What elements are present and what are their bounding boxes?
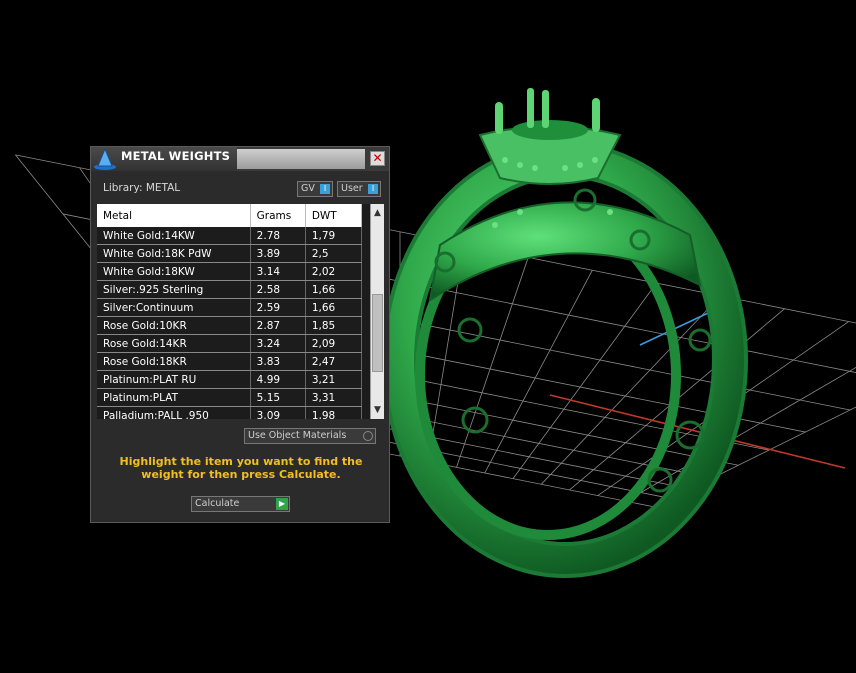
user-toggle[interactable]: User I bbox=[337, 181, 381, 197]
table-row[interactable]: Rose Gold:14KR 3.24 2,09 bbox=[97, 334, 363, 353]
metal-table-container: Metal Grams DWT White Gold:14KW 2.78 1,79 W… bbox=[97, 204, 384, 419]
cell-dwt: 1,79 bbox=[305, 227, 363, 245]
cell-metal: White Gold:18K PdW bbox=[97, 244, 251, 263]
table-row[interactable]: Rose Gold:10KR 2.87 1,85 bbox=[97, 316, 363, 335]
table-row[interactable]: Rose Gold:18KR 3.83 2,47 bbox=[97, 352, 363, 371]
cell-grams: 2.87 bbox=[250, 316, 306, 335]
cell-dwt: 3,21 bbox=[305, 370, 363, 389]
table-row[interactable]: White Gold:18KW 3.14 2,02 bbox=[97, 262, 363, 281]
table-header-row: Metal Grams DWT bbox=[97, 204, 363, 227]
cell-dwt: 1,98 bbox=[305, 406, 363, 419]
panel-title: METAL WEIGHTS bbox=[121, 149, 231, 163]
table-row[interactable]: White Gold:14KW 2.78 1,79 bbox=[97, 227, 363, 245]
cell-metal: Platinum:PLAT bbox=[97, 388, 251, 407]
use-object-materials-toggle[interactable]: Use Object Materials bbox=[244, 428, 376, 444]
cell-grams: 2.78 bbox=[250, 227, 306, 245]
column-header-grams[interactable]: Grams bbox=[250, 204, 306, 227]
library-label: Library: METAL bbox=[103, 182, 181, 194]
chevron-up-icon[interactable]: ▲ bbox=[371, 206, 384, 220]
cell-metal: Palladium:PALL .950 bbox=[97, 406, 251, 419]
chevron-down-icon[interactable]: ▼ bbox=[371, 403, 384, 417]
cell-dwt: 2,47 bbox=[305, 352, 363, 371]
cell-metal: Rose Gold:18KR bbox=[97, 352, 251, 371]
column-header-metal[interactable]: Metal bbox=[97, 204, 251, 227]
cell-metal: Platinum:PLAT RU bbox=[97, 370, 251, 389]
panel-titlebar[interactable]: METAL WEIGHTS ✕ bbox=[91, 147, 389, 171]
table-row[interactable]: Platinum:PLAT RU 4.99 3,21 bbox=[97, 370, 363, 389]
user-toggle-label: User bbox=[341, 183, 363, 194]
cell-grams: 5.15 bbox=[250, 388, 306, 407]
cell-metal: Silver:Continuum bbox=[97, 298, 251, 317]
cell-grams: 3.89 bbox=[250, 244, 306, 263]
grid-line bbox=[484, 270, 593, 474]
use-object-materials-label: Use Object Materials bbox=[248, 430, 347, 441]
calculate-button[interactable]: Calculate ▶ bbox=[191, 496, 290, 512]
table-scrollbar[interactable]: ▲ ▼ bbox=[370, 204, 384, 419]
toggle-knob-icon: I bbox=[368, 184, 378, 194]
play-icon: ▶ bbox=[276, 498, 288, 510]
cell-grams: 2.59 bbox=[250, 298, 306, 317]
cell-metal: Rose Gold:14KR bbox=[97, 334, 251, 353]
gv-toggle[interactable]: GV I bbox=[297, 181, 333, 197]
grid-line bbox=[456, 257, 529, 468]
cell-dwt: 2,09 bbox=[305, 334, 363, 353]
gv-toggle-label: GV bbox=[301, 183, 315, 194]
titlebar-drag-area[interactable] bbox=[237, 149, 365, 169]
cell-dwt: 1,66 bbox=[305, 298, 363, 317]
cell-metal: Silver:.925 Sterling bbox=[97, 280, 251, 299]
cell-dwt: 2,02 bbox=[305, 262, 363, 281]
instruction-text: Highlight the item you want to find the … bbox=[119, 455, 363, 481]
cell-dwt: 2,5 bbox=[305, 244, 363, 263]
cell-grams: 4.99 bbox=[250, 370, 306, 389]
table-row[interactable]: Silver:Continuum 2.59 1,66 bbox=[97, 298, 363, 317]
cell-grams: 3.09 bbox=[250, 406, 306, 419]
table-row[interactable]: White Gold:18K PdW 3.89 2,5 bbox=[97, 244, 363, 263]
app-logo-icon bbox=[94, 147, 116, 170]
table-row[interactable]: Palladium:PALL .950 3.09 1,98 bbox=[97, 406, 363, 419]
cell-grams: 3.83 bbox=[250, 352, 306, 371]
table-row[interactable]: Silver:.925 Sterling 2.58 1,66 bbox=[97, 280, 363, 299]
metal-weights-panel: METAL WEIGHTS ✕ Library: METAL GV I User… bbox=[90, 146, 390, 523]
table-row[interactable]: Platinum:PLAT 5.15 3,31 bbox=[97, 388, 363, 407]
cell-metal: White Gold:14KW bbox=[97, 227, 251, 245]
grid-line bbox=[512, 282, 657, 479]
scroll-thumb[interactable] bbox=[372, 294, 383, 372]
toggle-knob-icon: I bbox=[320, 184, 330, 194]
calculate-label: Calculate bbox=[195, 498, 240, 509]
column-header-dwt[interactable]: DWT bbox=[305, 204, 363, 227]
cell-metal: White Gold:18KW bbox=[97, 262, 251, 281]
cell-metal: Rose Gold:10KR bbox=[97, 316, 251, 335]
cell-grams: 3.24 bbox=[250, 334, 306, 353]
metal-table: Metal Grams DWT White Gold:14KW 2.78 1,79 W… bbox=[97, 204, 363, 419]
close-icon[interactable]: ✕ bbox=[370, 151, 385, 166]
cell-dwt: 3,31 bbox=[305, 388, 363, 407]
cell-dwt: 1,85 bbox=[305, 316, 363, 335]
cell-grams: 2.58 bbox=[250, 280, 306, 299]
cell-grams: 3.14 bbox=[250, 262, 306, 281]
radio-icon bbox=[363, 431, 373, 441]
cell-dwt: 1,66 bbox=[305, 280, 363, 299]
